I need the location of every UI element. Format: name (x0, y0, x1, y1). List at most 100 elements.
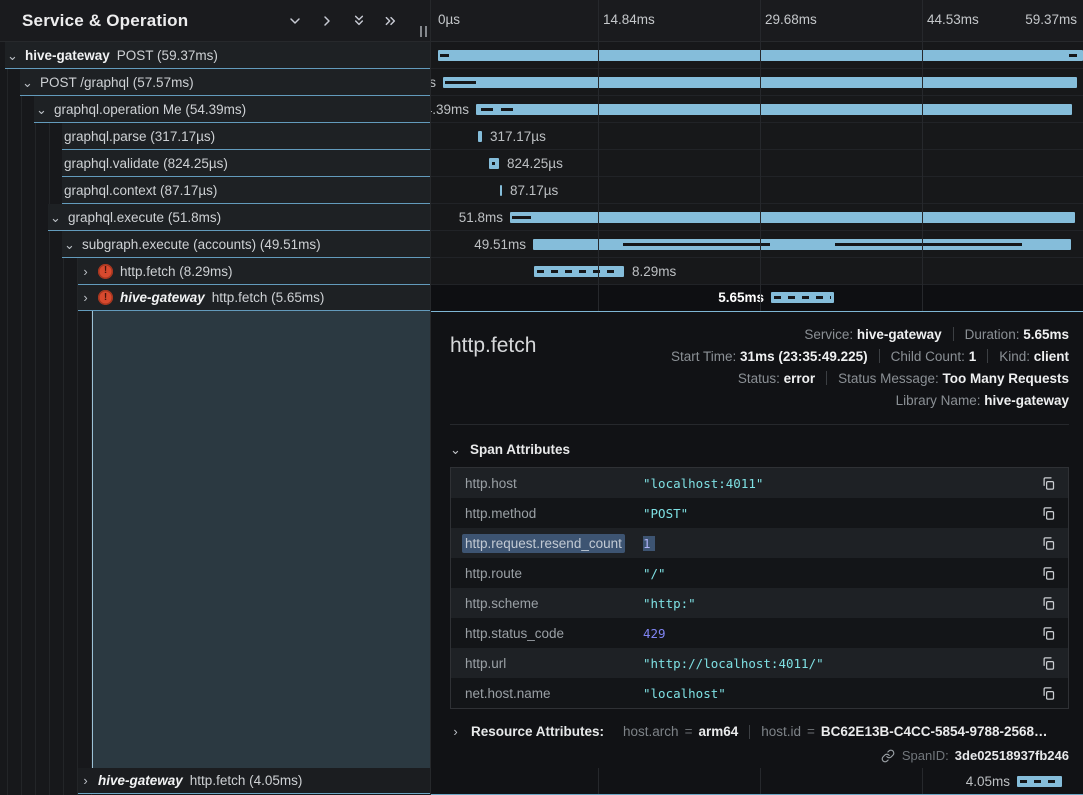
attribute-row[interactable]: http.host"localhost:4011" (451, 468, 1068, 498)
attribute-row[interactable]: http.status_code429 (451, 618, 1068, 648)
span-bar[interactable] (500, 185, 502, 196)
span-bar[interactable] (476, 104, 1072, 115)
tree-row[interactable]: ›!hive-gatewayhttp.fetch (5.65ms) (78, 285, 430, 311)
timeline-row[interactable] (431, 42, 1083, 69)
span-bar[interactable] (478, 131, 482, 142)
chevrons-down-icon[interactable] (350, 12, 368, 30)
tree-expander-icon[interactable]: ⌄ (22, 76, 33, 89)
service-name: hive-gateway (120, 290, 205, 305)
timeline-row[interactable]: 49.51ms (431, 231, 1083, 258)
tree-row[interactable]: ⌄subgraph.execute (accounts) (49.51ms) (62, 231, 430, 258)
child-span-mark (440, 54, 449, 57)
span-id-value: 3de02518937fb246 (955, 748, 1069, 763)
span-bar[interactable] (510, 212, 1075, 223)
attribute-row[interactable]: http.scheme"http:" (451, 588, 1068, 618)
tree-footer: ›hive-gatewayhttp.fetch (4.05ms) (0, 768, 430, 794)
attribute-key: http.url (465, 656, 643, 671)
span-label: graphql.context (87.17µs) (64, 183, 217, 198)
tree-row[interactable]: graphql.context (87.17µs) (62, 177, 430, 204)
span-bar[interactable] (489, 158, 499, 169)
service-name: hive-gateway (25, 48, 110, 63)
attribute-value: "http:" (643, 596, 1038, 611)
timeline-row[interactable]: 54.39ms (431, 96, 1083, 123)
tree-row[interactable]: ⌄graphql.operation Me (54.39ms) (34, 96, 430, 123)
attribute-row[interactable]: http.route"/" (451, 558, 1068, 588)
attribute-row[interactable]: http.request.resend_count1 (451, 528, 1068, 558)
tree-expander-icon[interactable]: › (80, 291, 91, 304)
timeline-row[interactable]: 317.17µs (431, 123, 1083, 150)
copy-icon[interactable] (1038, 626, 1056, 641)
tree-expander-icon[interactable]: › (80, 265, 91, 278)
tree-row[interactable]: ⌄graphql.execute (51.8ms) (48, 204, 430, 231)
meta-value: hive-gateway (857, 327, 942, 342)
span-label: http.fetch (4.05ms) (190, 773, 303, 788)
tree-row[interactable]: ⌄ POST /graphql (57.57ms) (20, 69, 430, 96)
copy-icon[interactable] (1038, 506, 1056, 521)
child-span-mark (492, 162, 495, 165)
span-meta-line: Library Name: hive-gateway (450, 390, 1069, 412)
selected-text: http.request.resend_count (462, 534, 625, 553)
timeline-row[interactable]: 8.29ms (431, 258, 1083, 285)
chevron-down-icon[interactable] (286, 12, 304, 30)
tree-expander-icon[interactable]: ⌄ (64, 238, 75, 251)
trace-viewer: Service & Operation ⌄hive-gatewayPOST (5… (0, 0, 1083, 795)
span-attributes-table: http.host"localhost:4011"http.method"POS… (450, 467, 1069, 709)
tree-row[interactable]: ›!http.fetch (8.29ms) (78, 258, 430, 285)
resource-attributes-title: Resource Attributes: (471, 724, 604, 739)
attribute-value: 429 (643, 626, 1038, 641)
span-label: POST /graphql (57.57ms) (40, 75, 194, 90)
copy-icon[interactable] (1038, 536, 1056, 551)
copy-icon[interactable] (1038, 476, 1056, 491)
copy-icon[interactable] (1038, 656, 1056, 671)
equals-sign: = (807, 724, 815, 739)
selected-span-expansion (92, 311, 430, 768)
tree-expander-icon[interactable]: ⌄ (50, 211, 61, 224)
child-span-mark (445, 81, 476, 84)
tree-row[interactable]: graphql.parse (317.17µs) (62, 123, 430, 150)
span-bar[interactable] (534, 266, 624, 277)
meta-label: Status: (738, 371, 784, 386)
span-bar[interactable] (443, 77, 1077, 88)
copy-icon[interactable] (1038, 596, 1056, 611)
meta-label: Library Name: (896, 393, 985, 408)
span-meta: Service: hive-gatewayDuration: 5.65msSta… (450, 312, 1069, 412)
span-bar[interactable] (1017, 776, 1062, 787)
span-bar[interactable] (438, 50, 1083, 61)
timeline-row[interactable]: 824.25µs (431, 150, 1083, 177)
copy-icon[interactable] (1038, 566, 1056, 581)
span-bar[interactable] (771, 292, 834, 303)
tree-row[interactable]: graphql.validate (824.25µs) (62, 150, 430, 177)
span-bar[interactable] (533, 239, 1071, 250)
chevrons-right-icon[interactable] (382, 12, 400, 30)
attribute-row[interactable]: http.url"http://localhost:4011/" (451, 648, 1068, 678)
resource-attributes-row[interactable]: › Resource Attributes: host.arch=arm64ho… (450, 724, 1069, 739)
link-icon[interactable] (881, 749, 895, 763)
child-span-mark (481, 108, 493, 111)
timeline-row[interactable]: 57.57ms (431, 69, 1083, 96)
tree-row[interactable]: ›hive-gatewayhttp.fetch (4.05ms) (78, 768, 430, 794)
chevron-right-icon[interactable] (318, 12, 336, 30)
tree-expander-icon[interactable]: ⌄ (36, 103, 47, 116)
resource-value: arm64 (698, 724, 738, 739)
tree-expander-icon[interactable]: ⌄ (7, 49, 18, 62)
tree-row[interactable]: ⌄hive-gatewayPOST (59.37ms) (5, 42, 430, 69)
timeline-row[interactable]: 51.8ms (431, 204, 1083, 231)
panel-resize-handle[interactable] (420, 26, 427, 37)
duration-label: 8.29ms (632, 264, 676, 279)
copy-icon[interactable] (1038, 686, 1056, 701)
meta-value: 5.65ms (1023, 327, 1069, 342)
meta-label: Service: (804, 327, 857, 342)
attribute-row[interactable]: net.host.name"localhost" (451, 678, 1068, 708)
timeline-row[interactable]: 87.17µs (431, 177, 1083, 204)
timeline-row[interactable]: 5.65ms (431, 285, 1083, 311)
span-attributes-header[interactable]: ⌄ Span Attributes (450, 442, 1069, 457)
meta-label: Status Message: (838, 371, 942, 386)
tree-expander-icon[interactable]: › (80, 774, 91, 787)
child-span-mark (512, 216, 531, 219)
timeline-axis: 0µs14.84ms29.68ms44.53ms59.37ms (431, 0, 1083, 42)
attribute-row[interactable]: http.method"POST" (451, 498, 1068, 528)
span-meta-line: Start Time: 31ms (23:35:49.225)Child Cou… (450, 346, 1069, 368)
span-id-row: SpanID:3de02518937fb246 (450, 748, 1069, 763)
axis-tick-label: 14.84ms (603, 12, 655, 27)
attribute-key: http.scheme (465, 596, 643, 611)
